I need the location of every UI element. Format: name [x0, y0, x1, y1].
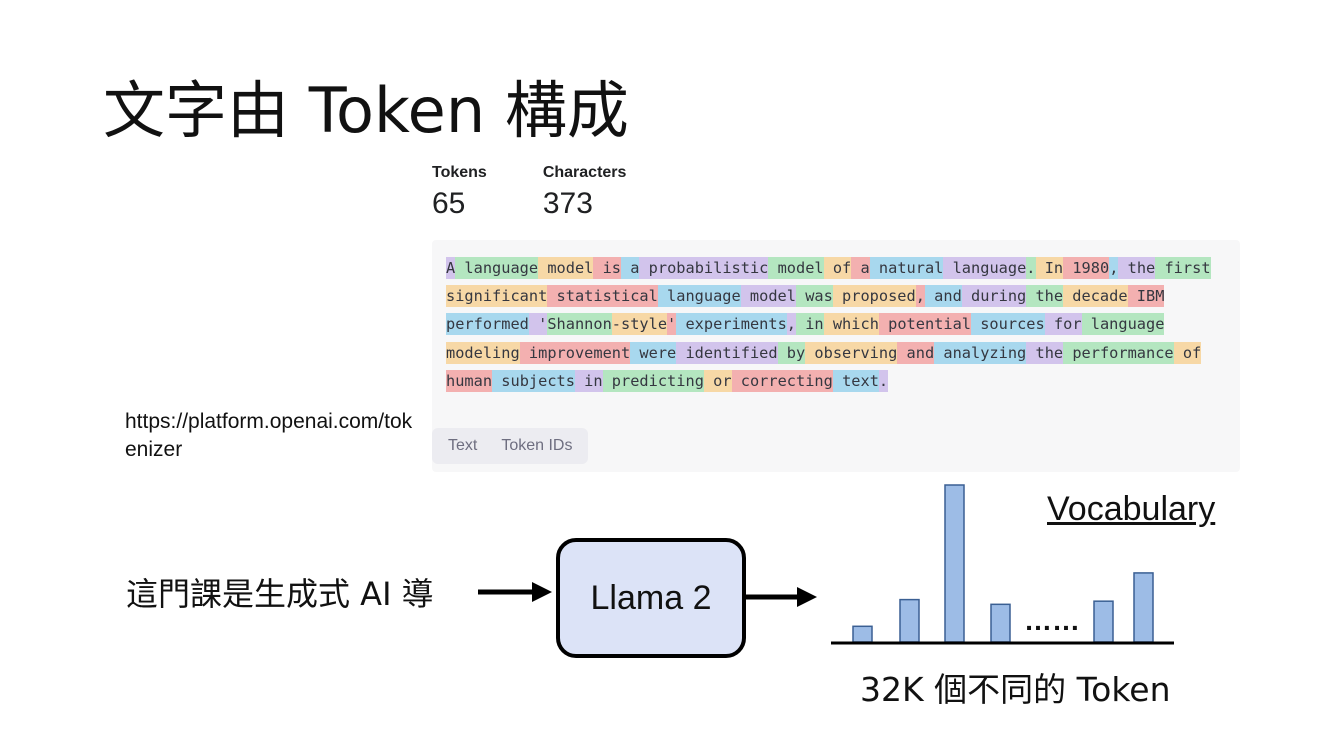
bars-ellipsis: …… [1024, 605, 1080, 636]
vocabulary-title: Vocabulary [1047, 490, 1216, 528]
vocab-bar [1093, 600, 1114, 643]
vocab-bar [944, 484, 965, 643]
input-arrow-head [532, 582, 552, 602]
vocabulary-caption: 32K 個不同的 Token [860, 670, 1171, 709]
vocab-bar [1133, 572, 1154, 643]
vocab-diagram: …… [478, 484, 1174, 645]
vocab-bar [899, 598, 920, 643]
vocab-bar [990, 603, 1011, 643]
vocab-bar [852, 625, 873, 643]
output-arrow-head [797, 587, 817, 607]
